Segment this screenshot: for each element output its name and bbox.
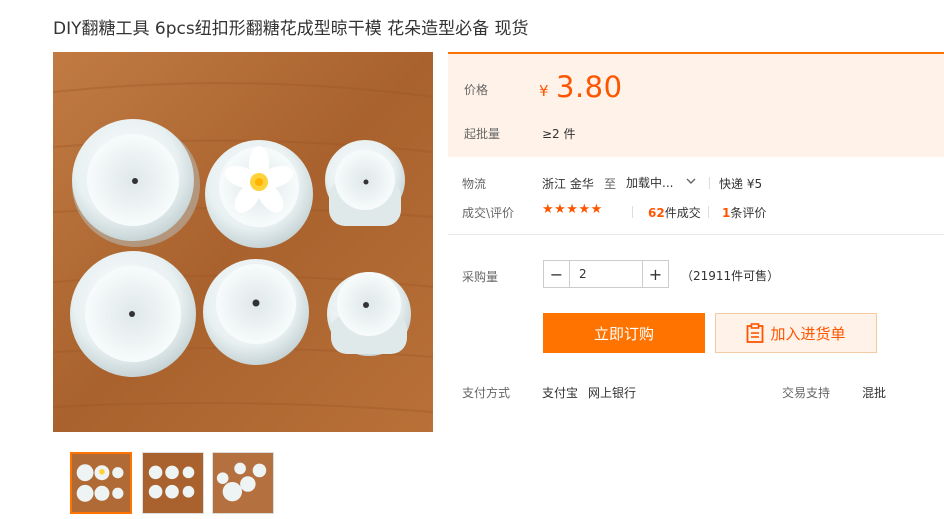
quantity-label: 采购量: [462, 270, 499, 284]
destination-dropdown[interactable]: 加载中...: [626, 174, 673, 191]
add-to-list-button[interactable]: 加入进货单: [715, 313, 877, 353]
thumbnail-1[interactable]: [70, 452, 132, 514]
thumbnail-2[interactable]: [142, 452, 204, 514]
logistics-label: 物流: [462, 177, 487, 191]
add-to-list-label: 加入进货单: [770, 324, 846, 343]
shipping-fee: 快递 ¥5: [719, 177, 763, 191]
increase-button[interactable]: +: [642, 261, 668, 287]
min-order-label: 起批量: [464, 127, 501, 141]
price-currency: ¥: [539, 82, 549, 100]
deals-count-link[interactable]: 62件成交: [648, 204, 701, 221]
logistics-origin: 浙江 金华: [542, 177, 594, 191]
price-label: 价格: [464, 83, 489, 97]
payment-method-bank: 网上银行: [588, 386, 637, 400]
quantity-stepper: − +: [543, 260, 669, 288]
payment-label: 支付方式: [462, 386, 511, 400]
product-title: DIY翻糖工具 6pcs纽扣形翻糖花成型晾干模 花朵造型必备 现货: [53, 19, 529, 39]
quantity-input[interactable]: [571, 261, 641, 287]
price-value: 3.80: [556, 70, 623, 104]
trade-support-value: 混批: [862, 386, 887, 400]
chevron-down-icon[interactable]: [686, 177, 696, 185]
review-count-link[interactable]: 1条评价: [722, 204, 766, 221]
divider: [448, 234, 944, 235]
thumbnail-3[interactable]: [212, 452, 274, 514]
separator: [632, 206, 633, 218]
buy-now-button[interactable]: 立即订购: [543, 313, 705, 353]
logistics-to: 至: [604, 177, 617, 191]
stock-available: （21911件可售）: [681, 269, 780, 283]
payment-method-alipay: 支付宝: [542, 386, 579, 400]
review-suffix: 条评价: [730, 206, 767, 220]
trade-support-label: 交易支持: [782, 386, 831, 400]
buy-now-label: 立即订购: [593, 324, 654, 343]
price-panel: [448, 52, 944, 157]
min-order-value: ≥2 件: [542, 127, 576, 141]
deals-count: 62: [648, 206, 665, 220]
separator: [709, 177, 710, 189]
clipboard-icon: [747, 323, 764, 343]
decrease-button[interactable]: −: [544, 261, 570, 287]
deals-suffix: 件成交: [664, 206, 701, 220]
star-rating: ★★★★★: [542, 202, 603, 217]
separator: [708, 206, 709, 218]
reviews-label: 成交\评价: [462, 206, 515, 220]
main-product-image[interactable]: [53, 52, 433, 432]
